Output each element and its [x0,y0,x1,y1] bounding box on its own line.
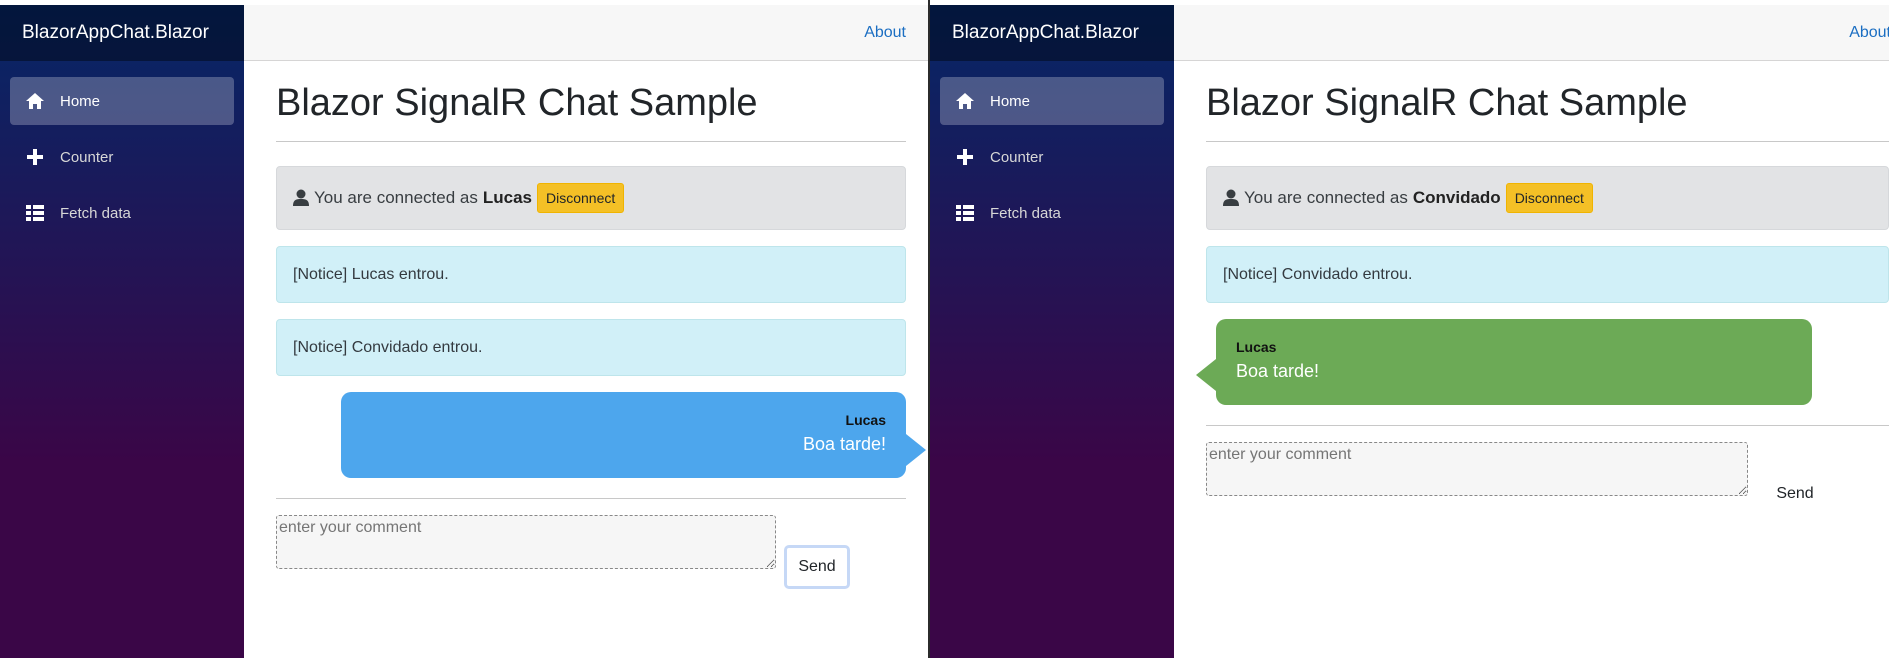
main-area: About Blazor SignalR Chat Sample You are… [244,5,928,658]
compose-divider [276,498,906,499]
chat-window-lucas: BlazorAppChat.Blazor Home Counter Fetch … [0,0,928,658]
brand-link[interactable]: BlazorAppChat.Blazor [0,5,244,61]
nav-item-label: Counter [60,148,114,166]
connected-username: Lucas [482,188,532,207]
top-row: About [1174,5,1889,61]
connection-prefix: You are connected as [314,188,478,207]
home-icon [954,91,976,111]
nav-item-label: Counter [990,148,1044,166]
title-divider [276,141,906,142]
notice-message: [Notice] Lucas entrou. [276,246,906,303]
top-row: About [244,5,928,61]
nav-item-counter[interactable]: Counter [10,133,234,181]
nav-item-fetch-data[interactable]: Fetch data [940,189,1164,237]
message-sender: Lucas [845,412,886,428]
nav-item-label: Fetch data [60,204,131,222]
nav-menu: Home Counter Fetch data [930,61,1174,237]
nav-item-label: Home [60,92,101,110]
nav-item-home[interactable]: Home [10,77,234,125]
page-title: Blazor SignalR Chat Sample [276,82,758,124]
message-sender: Lucas [1236,339,1277,355]
nav-item-label: Fetch data [990,204,1061,222]
connected-username: Convidado [1412,188,1501,207]
nav-item-counter[interactable]: Counter [940,133,1164,181]
compose-area: Send [276,515,906,589]
connection-prefix: You are connected as [1244,188,1408,207]
nav-menu: Home Counter Fetch data [0,61,244,237]
home-icon [24,91,46,111]
nav-item-label: Home [990,92,1031,110]
comment-input[interactable] [1206,442,1748,496]
chat-bubble-other: Lucas Boa tarde! [1196,319,1812,405]
send-button[interactable]: Send [1762,472,1828,516]
user-icon [293,189,309,207]
message-text: Boa tarde! [1236,361,1320,381]
chat-message-row: Lucas Boa tarde! [1196,319,1889,405]
content: Blazor SignalR Chat Sample You are conne… [276,61,926,589]
list-icon [24,203,46,223]
page-title: Blazor SignalR Chat Sample [1206,82,1688,124]
plus-icon [24,147,46,167]
brand-link[interactable]: BlazorAppChat.Blazor [930,5,1174,61]
plus-icon [954,147,976,167]
title-divider [1206,141,1889,142]
send-button[interactable]: Send [784,545,850,589]
notice-message: [Notice] Convidado entrou. [1206,246,1889,303]
about-link[interactable]: About [1849,24,1889,42]
nav-item-home[interactable]: Home [940,77,1164,125]
list-icon [954,203,976,223]
content: Blazor SignalR Chat Sample You are conne… [1196,61,1889,502]
chat-bubble-own: Lucas Boa tarde! [341,392,926,478]
about-link[interactable]: About [864,24,906,42]
compose-area: Send [1206,442,1889,502]
comment-input[interactable] [276,515,776,569]
disconnect-button[interactable]: Disconnect [536,183,625,213]
disconnect-button[interactable]: Disconnect [1505,183,1593,213]
user-icon [1223,189,1239,207]
sidebar: BlazorAppChat.Blazor Home Counter Fetch … [930,5,1174,658]
connection-status: You are connected as Lucas Disconnect [276,166,906,230]
nav-item-fetch-data[interactable]: Fetch data [10,189,234,237]
chat-message-row: Lucas Boa tarde! [276,392,926,478]
message-text: Boa tarde! [802,434,886,454]
chat-window-convidado: BlazorAppChat.Blazor Home Counter Fetch … [930,0,1889,658]
compose-divider [1206,425,1889,426]
connection-status: You are connected as Convidado Disconnec… [1206,166,1889,230]
sidebar: BlazorAppChat.Blazor Home Counter Fetch … [0,5,244,658]
notice-message: [Notice] Convidado entrou. [276,319,906,376]
main-area: About Blazor SignalR Chat Sample You are… [1174,5,1889,658]
